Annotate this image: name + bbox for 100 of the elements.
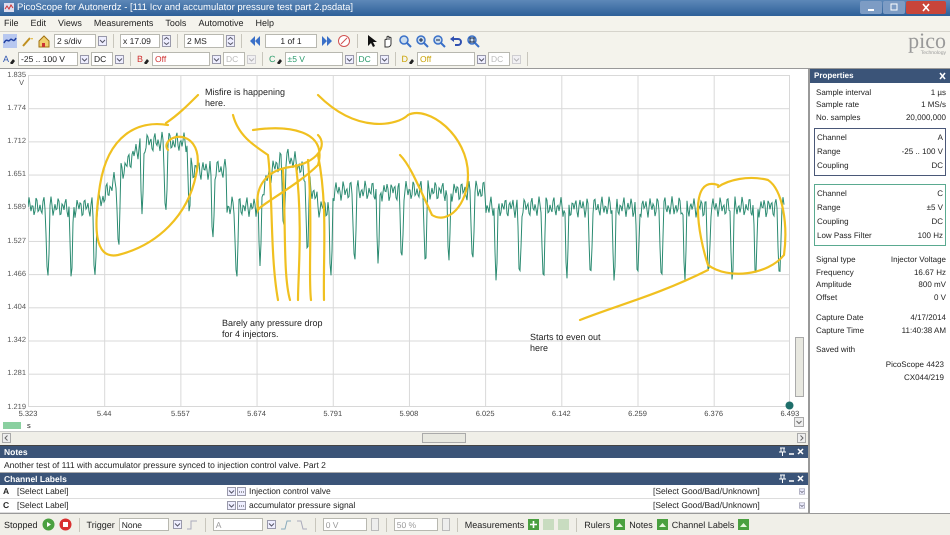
scrollbar-thumb[interactable] — [794, 336, 804, 397]
buffer-field[interactable]: 1 of 1 — [265, 34, 317, 48]
caret-icon[interactable] — [227, 486, 236, 496]
waveform-icon[interactable] — [3, 34, 17, 48]
home-icon[interactable] — [37, 34, 51, 48]
property-value: 4/17/2014 — [910, 312, 946, 324]
spinner-icon[interactable] — [162, 35, 171, 48]
menu-item[interactable]: Help — [255, 18, 274, 28]
zoom-fit-icon[interactable] — [466, 34, 480, 48]
channel-button[interactable]: B — [137, 54, 150, 64]
spinner-icon[interactable] — [226, 35, 235, 48]
description-field[interactable]: accumulator pressure signal — [246, 500, 650, 510]
menu-item[interactable]: Views — [58, 18, 82, 28]
undo-icon[interactable] — [449, 34, 463, 48]
toggle-icon[interactable] — [656, 519, 668, 530]
minimize-button[interactable] — [860, 1, 882, 14]
probe-icon[interactable] — [9, 57, 16, 64]
property-value: 1 MS/s — [921, 99, 946, 112]
property-value: ±5 V — [926, 202, 943, 214]
start-button[interactable] — [42, 518, 55, 532]
description-field[interactable]: Injection control valve — [246, 486, 650, 496]
property-label: Frequency — [816, 266, 854, 279]
close-icon[interactable] — [939, 72, 946, 80]
property-label: Saved with — [816, 345, 856, 354]
close-icon[interactable] — [797, 447, 804, 456]
property-value: 20,000,000 — [906, 112, 946, 124]
toggle-icon[interactable] — [614, 519, 626, 530]
probe-icon[interactable] — [143, 57, 150, 64]
timebase-field[interactable]: 2 s/div — [54, 34, 96, 48]
toggle-icon[interactable] — [738, 519, 750, 530]
caret-icon[interactable] — [266, 520, 276, 530]
channel-letter: C — [2, 500, 10, 510]
probe-icon[interactable] — [276, 57, 283, 64]
label-dropdown[interactable]: [Select Label] — [14, 486, 224, 496]
property-value: 11:40:38 AM — [902, 324, 946, 337]
toggle-label: Channel Labels — [672, 520, 734, 530]
property-value: Injector Voltage — [890, 254, 946, 266]
ruler-handle-icon[interactable] — [785, 400, 794, 410]
caret-icon[interactable] — [344, 54, 354, 64]
samples-field[interactable]: 2 MS — [184, 34, 224, 48]
menu-item[interactable]: File — [4, 18, 19, 28]
zoom-icon[interactable] — [398, 34, 412, 48]
caret-icon[interactable] — [172, 520, 182, 530]
property-label: Capture Date — [816, 312, 864, 324]
pin-icon[interactable] — [779, 474, 786, 484]
app-icon — [4, 3, 14, 12]
property-value: PicoScope 4423 — [884, 359, 945, 372]
menu-item[interactable]: Automotive — [198, 18, 244, 28]
menu-item[interactable]: Tools — [165, 18, 186, 28]
scroll-right-button[interactable] — [797, 433, 806, 444]
property-value: DC — [931, 216, 943, 228]
caret-icon[interactable] — [80, 54, 90, 64]
zoom-field[interactable]: x 17.09 — [120, 34, 160, 48]
status-text: Stopped — [4, 520, 38, 530]
annotation-text: Misfire is happening here. — [205, 86, 286, 109]
pin-icon[interactable] — [779, 447, 786, 456]
caret-icon[interactable] — [380, 54, 389, 64]
channel-button[interactable]: A — [3, 54, 16, 64]
property-value: 16.67 Hz — [914, 266, 946, 279]
toggle-label: Measurements — [464, 520, 524, 530]
rating-dropdown[interactable]: [Select Good/Bad/Unknown] — [650, 500, 796, 510]
close-button[interactable] — [906, 1, 946, 14]
next-buffer-icon[interactable] — [320, 34, 334, 48]
stop-button[interactable] — [58, 518, 72, 532]
caret-icon[interactable] — [98, 35, 107, 48]
caret-icon[interactable] — [115, 54, 124, 64]
menu-item[interactable]: Measurements — [94, 18, 154, 28]
toggle-label: Notes — [629, 520, 653, 530]
range-dropdown[interactable]: Off — [152, 52, 210, 66]
range-dropdown[interactable]: ±5 V — [284, 52, 343, 66]
caret-icon[interactable] — [477, 54, 486, 64]
menu-item[interactable]: Edit — [30, 18, 46, 28]
property-label: Offset — [816, 292, 838, 304]
coupling-dropdown[interactable]: DC — [91, 52, 114, 66]
label-dropdown[interactable]: [Select Label] — [14, 500, 224, 510]
rating-dropdown[interactable]: [Select Good/Bad/Unknown] — [650, 486, 796, 496]
caret-icon[interactable] — [212, 54, 222, 64]
property-value: A — [938, 132, 943, 144]
previous-buffer-icon[interactable] — [248, 34, 262, 48]
more-button[interactable] — [237, 500, 246, 510]
property-label: Capture Time — [816, 324, 864, 337]
zoom-out-icon[interactable] — [432, 34, 446, 48]
add-icon[interactable] — [528, 519, 540, 530]
scrollbar-thumb[interactable] — [422, 433, 466, 444]
property-value: C — [937, 188, 943, 200]
scroll-down-button[interactable] — [794, 416, 804, 427]
maximize-button[interactable] — [883, 1, 905, 14]
coupling-dropdown[interactable]: DC — [356, 52, 378, 66]
panel-title: Notes — [4, 446, 29, 457]
property-label: Coupling — [817, 160, 849, 172]
probe-icon[interactable] — [408, 57, 416, 64]
property-label: Signal type — [816, 254, 856, 266]
property-label: Low Pass Filter — [817, 230, 872, 242]
trigger-mode-dropdown[interactable]: None — [118, 518, 169, 532]
scroll-left-button[interactable] — [2, 433, 11, 444]
caret-icon[interactable] — [227, 500, 236, 510]
zoom-in-icon[interactable] — [415, 34, 429, 48]
close-icon[interactable] — [797, 474, 804, 484]
more-button[interactable] — [237, 486, 246, 496]
range-dropdown[interactable]: -25 .. 100 V — [18, 52, 78, 66]
